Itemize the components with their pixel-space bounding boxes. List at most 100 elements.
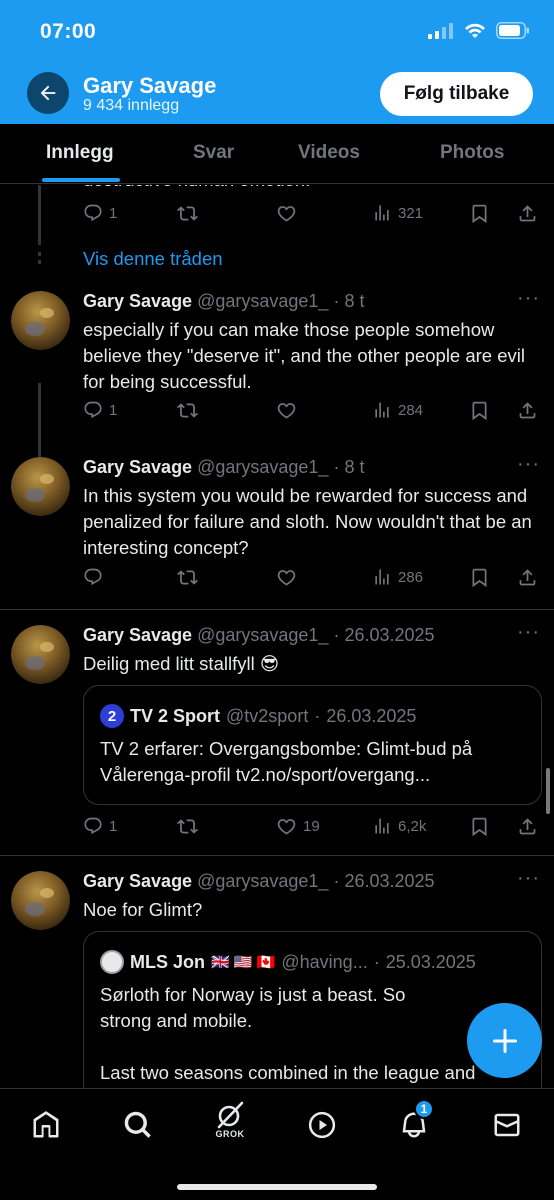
views-button[interactable]: 321 [372,203,423,223]
bookmark-icon [472,568,487,588]
share-icon [519,205,536,222]
views-button[interactable]: 286 [372,567,423,587]
nav-search[interactable] [116,1103,160,1147]
follow-back-button[interactable]: Følg tilbake [380,72,533,116]
author-handle[interactable]: @garysavage1_ [197,871,328,891]
author-name[interactable]: Gary Savage [83,457,192,477]
like-button[interactable]: 19 [276,816,320,837]
quote-avatar: 2 [100,704,124,728]
bookmark-button[interactable] [469,816,490,837]
like-button[interactable] [276,567,297,588]
tweet[interactable]: Gary Savage @garysavage1_ · 26.03.2025 ·… [0,619,554,855]
scrollbar-thumb[interactable] [546,768,550,814]
profile-header: 07:00 Gary Savage 9 434 innlegg Følg til… [0,0,554,124]
author-name[interactable]: Gary Savage [83,871,192,891]
nav-video[interactable] [300,1103,344,1147]
reply-button[interactable] [83,567,103,587]
tweet-time[interactable]: 26.03.2025 [344,625,434,645]
tweet[interactable]: Gary Savage @garysavage1_ · 8 t ··· espe… [0,285,554,435]
status-icons [428,22,530,39]
separator-dot: · [333,871,340,891]
views-icon [375,818,389,834]
share-button[interactable] [517,400,538,421]
author-handle[interactable]: @garysavage1_ [197,291,328,311]
reply-icon [84,568,102,586]
back-button[interactable] [27,72,69,114]
compose-button[interactable] [467,1003,542,1078]
like-button[interactable] [276,400,297,421]
more-options-button[interactable]: ··· [517,867,540,890]
repost-button[interactable] [177,400,198,421]
timeline[interactable]: destructive human emotion. 1 321 [0,185,554,1088]
repost-icon [177,206,198,221]
like-button[interactable] [276,203,297,224]
nav-home[interactable] [24,1103,68,1147]
more-options-button[interactable]: ··· [517,287,540,310]
quote-author-handle: @having... [281,951,368,972]
author-name[interactable]: Gary Savage [83,291,192,311]
bookmark-button[interactable] [469,567,490,588]
views-count: 284 [398,401,424,419]
show-thread-link[interactable]: Vis denne tråden [83,248,223,270]
share-icon [519,402,536,419]
views-icon [375,205,389,221]
avatar[interactable] [11,457,70,516]
repost-button[interactable] [177,816,198,837]
play-circle-icon [308,1111,336,1139]
repost-icon [177,819,198,834]
avatar[interactable] [11,871,70,930]
tweet-partial[interactable]: destructive human emotion. 1 321 [0,185,554,227]
reply-button[interactable]: 1 [83,816,117,836]
repost-icon [177,570,198,585]
tweet-time[interactable]: 26.03.2025 [344,871,434,891]
battery-icon [496,22,529,39]
quote-header: MLS Jon 🇬🇧 🇺🇸 🇨🇦 @having... · 25.03.2025 [100,950,476,974]
tweet[interactable]: Gary Savage @garysavage1_ · 8 t ··· In t… [0,451,554,601]
quoted-tweet[interactable]: MLS Jon 🇬🇧 🇺🇸 🇨🇦 @having... · 25.03.2025… [83,931,542,1088]
nav-grok[interactable]: GROK [208,1097,252,1141]
reply-count: 1 [109,817,118,835]
avatar[interactable] [11,625,70,684]
share-button[interactable] [517,203,538,224]
tweet-actions: 1 321 [83,203,543,229]
quote-text: TV 2 erfarer: Overgangsbombe: Glimt-bud … [100,738,473,785]
tweet-actions: 286 [83,567,543,593]
arrow-left-icon [40,85,56,101]
post-count: 9 434 innlegg [83,97,180,114]
author-handle[interactable]: @garysavage1_ [197,457,328,477]
tweet-text: In this system you would be rewarded for… [83,485,532,558]
tweet-time[interactable]: 8 t [344,291,364,311]
bookmark-icon [472,204,487,224]
reply-button[interactable]: 1 [83,400,117,420]
author-name[interactable]: Gary Savage [83,625,192,645]
plus-icon [492,1028,517,1053]
nav-messages[interactable] [485,1103,529,1147]
tab-photos[interactable]: Photos [440,142,504,164]
bookmark-icon [472,817,487,837]
status-bar: 07:00 [0,0,554,64]
quote-text: Sørloth for Norway is just a beast. So s… [100,984,406,1031]
more-options-button[interactable]: ··· [517,453,540,476]
tweet-time[interactable]: 8 t [344,457,364,477]
tab-replies[interactable]: Svar [193,142,234,164]
repost-button[interactable] [177,203,198,224]
author-handle[interactable]: @garysavage1_ [197,625,328,645]
views-button[interactable]: 284 [372,400,423,420]
tab-posts[interactable]: Innlegg [46,142,114,164]
repost-button[interactable] [177,567,198,588]
grok-icon [217,1101,244,1129]
reply-icon [84,204,102,222]
nav-notifications[interactable]: 1 [392,1099,436,1147]
more-options-button[interactable]: ··· [517,621,540,644]
avatar[interactable] [11,291,70,350]
profile-name: Gary Savage [83,73,217,98]
share-button[interactable] [517,567,538,588]
cellular-signal-icon [428,22,453,39]
bookmark-button[interactable] [469,400,490,421]
quoted-tweet[interactable]: 2 TV 2 Sport @tv2sport · 26.03.2025 TV 2… [83,685,542,805]
bookmark-button[interactable] [469,203,490,224]
reply-button[interactable]: 1 [83,203,117,223]
tab-videos[interactable]: Videos [298,142,360,164]
share-button[interactable] [517,816,538,837]
views-button[interactable]: 6,2k [372,816,426,836]
